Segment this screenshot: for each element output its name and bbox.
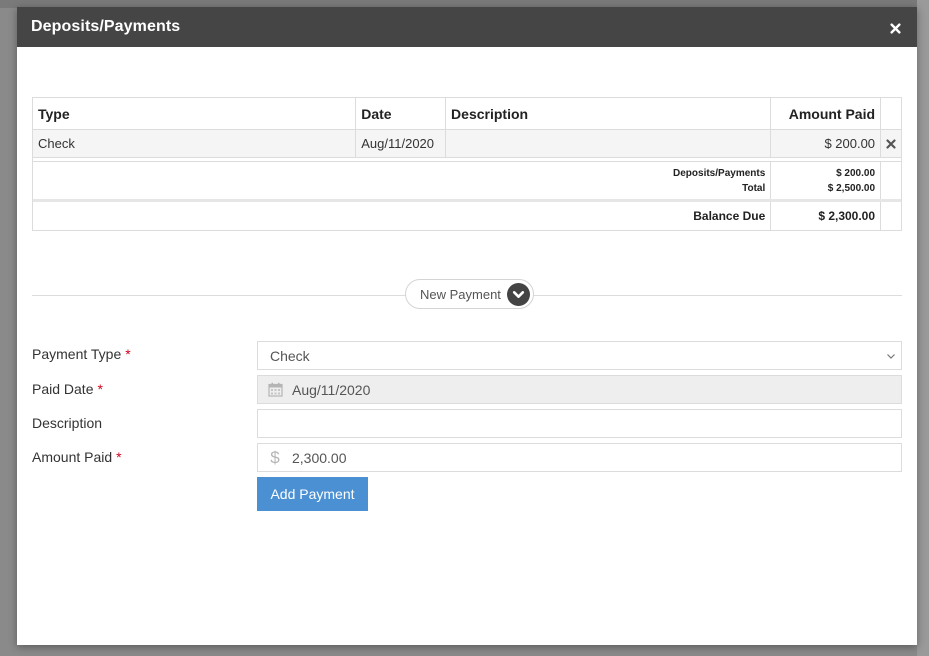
totals-actions-cell	[881, 162, 901, 199]
payments-table: Type Date Description Amount Paid Check …	[32, 97, 902, 231]
required-mark: *	[125, 346, 131, 362]
calendar-icon	[258, 382, 292, 397]
balance-due-value: $ 2,300.00	[771, 202, 882, 230]
total-label: Total	[742, 182, 766, 194]
payment-type-select[interactable]: Check	[257, 341, 902, 370]
column-header-amount-paid: Amount Paid	[771, 98, 882, 129]
totals-row: Deposits/Payments Total $ 200.00 $ 2,500…	[33, 162, 901, 202]
deposits-payments-label: Deposits/Payments	[673, 167, 766, 179]
description-label: Description	[32, 415, 102, 431]
modal-header: Deposits/Payments	[17, 7, 917, 47]
deposits-payments-value: $ 200.00	[836, 167, 876, 179]
table-header-row: Type Date Description Amount Paid	[33, 98, 901, 130]
balance-due-label: Balance Due	[33, 202, 772, 230]
paid-date-value: Aug/11/2020	[292, 381, 371, 398]
column-header-actions	[881, 98, 901, 129]
row-description	[446, 130, 772, 157]
column-header-description: Description	[446, 98, 772, 129]
row-amount-paid: $ 200.00	[771, 130, 882, 157]
chevron-down-icon	[887, 353, 895, 359]
select-chevron	[881, 342, 901, 369]
balance-due-row: Balance Due $ 2,300.00	[33, 202, 901, 230]
amount-paid-value: 2,300.00	[292, 449, 347, 466]
table-row: Check Aug/11/2020 $ 200.00	[33, 130, 901, 158]
calendar-icon-svg	[267, 382, 283, 397]
close-icon	[889, 22, 901, 34]
deposits-payments-modal: Deposits/Payments Type Date Description …	[17, 7, 917, 645]
close-button[interactable]	[887, 20, 903, 36]
totals-values: $ 200.00 $ 2,500.00	[771, 162, 882, 199]
totals-labels: Deposits/Payments Total	[33, 162, 772, 199]
add-payment-button[interactable]: Add Payment	[257, 477, 368, 511]
description-label-text: Description	[32, 415, 103, 431]
amount-paid-label-text: Amount Paid	[32, 449, 113, 465]
payment-type-label-text: Payment Type	[32, 346, 122, 362]
amount-paid-input[interactable]: $ 2,300.00	[257, 443, 902, 472]
remove-icon	[886, 138, 896, 149]
new-payment-toggle[interactable]: New Payment	[405, 279, 534, 309]
column-header-date: Date	[356, 98, 447, 129]
background-page-edge	[917, 0, 929, 656]
description-input[interactable]	[257, 409, 902, 438]
column-header-type: Type	[33, 98, 357, 129]
remove-row-button[interactable]	[881, 130, 901, 157]
payment-type-value: Check	[270, 347, 310, 364]
required-mark: *	[116, 449, 122, 465]
payment-type-label: Payment Type *	[32, 346, 131, 362]
amount-paid-label: Amount Paid *	[32, 449, 122, 465]
new-payment-label: New Payment	[420, 286, 501, 302]
total-value: $ 2,500.00	[827, 182, 876, 194]
required-mark: *	[97, 381, 103, 397]
modal-title: Deposits/Payments	[31, 18, 181, 35]
balance-actions-cell	[881, 202, 901, 230]
dollar-icon: $	[270, 447, 280, 467]
row-type: Check	[33, 130, 357, 157]
paid-date-label-text: Paid Date	[32, 381, 94, 397]
paid-date-label: Paid Date *	[32, 381, 103, 397]
row-date: Aug/11/2020	[356, 130, 447, 157]
paid-date-field[interactable]: Aug/11/2020	[257, 375, 902, 404]
chevron-down-icon	[512, 291, 525, 298]
expand-button	[507, 283, 530, 306]
